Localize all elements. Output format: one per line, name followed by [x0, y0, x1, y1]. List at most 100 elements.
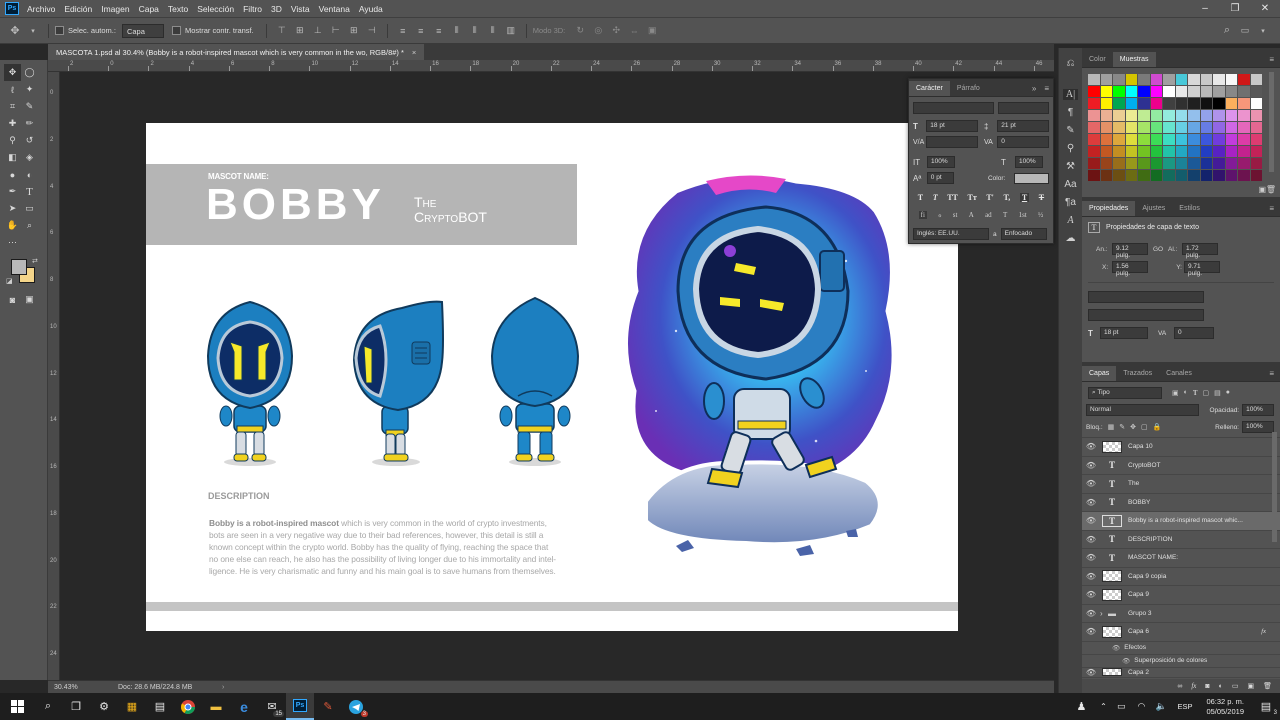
auto-select-checkbox[interactable]: [55, 26, 64, 35]
zoom-level[interactable]: 30.43%: [54, 684, 104, 691]
color-swatch[interactable]: [1100, 134, 1112, 145]
color-swatch[interactable]: [1250, 122, 1262, 133]
menu-ventana[interactable]: Ventana: [319, 4, 350, 14]
move-tool-icon[interactable]: ✥: [10, 25, 20, 37]
color-swatch[interactable]: [1200, 146, 1212, 157]
discretionary-ligature-button[interactable]: st: [953, 211, 958, 219]
color-swatch[interactable]: [1125, 110, 1137, 121]
font-family-field[interactable]: [913, 102, 994, 114]
color-swatch[interactable]: [1213, 74, 1225, 85]
visibility-eye-icon[interactable]: 👁: [1082, 627, 1100, 636]
lasso-tool-icon[interactable]: ℓ: [4, 81, 21, 98]
color-swatch[interactable]: [1138, 110, 1150, 121]
color-swatch[interactable]: [1188, 86, 1200, 97]
color-swatch[interactable]: [1188, 158, 1200, 169]
layer-style-icon[interactable]: fx: [1191, 682, 1196, 690]
distribute-hcenter-icon[interactable]: ⦀: [470, 25, 480, 36]
menu-texto[interactable]: Texto: [168, 4, 188, 14]
document-canvas[interactable]: MASCOT NAME: BOBBY The CryptoBOT DESCRIP…: [146, 123, 958, 631]
status-expand-icon[interactable]: ›: [222, 684, 224, 691]
menu-edicion[interactable]: Edición: [64, 4, 92, 14]
paragraph-panel-icon[interactable]: ¶: [1068, 107, 1073, 118]
color-swatch[interactable]: [1200, 86, 1212, 97]
color-swatch[interactable]: [1113, 170, 1125, 181]
color-swatch[interactable]: [1150, 98, 1162, 109]
menu-capa[interactable]: Capa: [139, 4, 159, 14]
color-swatch[interactable]: [1250, 134, 1262, 145]
menu-3d[interactable]: 3D: [271, 4, 282, 14]
color-swatch[interactable]: [1088, 146, 1100, 157]
new-layer-icon[interactable]: ▣: [1247, 682, 1254, 690]
eyedropper-tool-icon[interactable]: ✎: [21, 98, 38, 115]
layer-row[interactable]: 👁 T BOBBY: [1082, 494, 1280, 512]
color-swatch[interactable]: [1225, 86, 1237, 97]
tab-estilos[interactable]: Estilos: [1172, 201, 1207, 216]
color-swatch[interactable]: [1213, 86, 1225, 97]
visibility-eye-icon[interactable]: 👁: [1082, 479, 1100, 488]
color-swatch[interactable]: [1163, 110, 1175, 121]
3d-roll-icon[interactable]: ◎: [593, 25, 603, 36]
volume-icon[interactable]: 🔈: [1151, 693, 1171, 720]
font-style-field[interactable]: [997, 102, 1049, 114]
color-swatch[interactable]: [1138, 170, 1150, 181]
glyphs-panel-icon[interactable]: A: [1067, 215, 1073, 226]
color-swatch[interactable]: [1100, 98, 1112, 109]
color-swatch[interactable]: [1213, 122, 1225, 133]
tab-muestras[interactable]: Muestras: [1112, 52, 1156, 67]
effects-eye-icon[interactable]: 👁: [1112, 644, 1120, 652]
color-swatch[interactable]: [1250, 86, 1262, 97]
workspace-chevron-icon[interactable]: ▾: [1258, 26, 1268, 36]
color-swatch[interactable]: [1163, 86, 1175, 97]
color-swatch[interactable]: [1175, 110, 1187, 121]
ordinals-button[interactable]: 1st: [1019, 211, 1027, 219]
character-styles-panel-icon[interactable]: Aa: [1064, 179, 1076, 190]
color-swatch[interactable]: [1200, 134, 1212, 145]
layer-row[interactable]: 👁 T DESCRIPTION: [1082, 531, 1280, 549]
font-size-field[interactable]: 18 pt: [926, 120, 978, 132]
align-left-icon[interactable]: ⊢: [331, 25, 341, 36]
color-swatch[interactable]: [1238, 122, 1250, 133]
color-swatch[interactable]: [1250, 110, 1262, 121]
lock-position-icon[interactable]: ✥: [1130, 423, 1136, 431]
color-swatch[interactable]: [1238, 86, 1250, 97]
baseline-shift-field[interactable]: 0 pt: [926, 172, 955, 184]
color-swatch[interactable]: [1238, 146, 1250, 157]
menu-filtro[interactable]: Filtro: [243, 4, 262, 14]
filter-type-icon[interactable]: T: [1193, 389, 1198, 397]
color-swatch[interactable]: [1113, 86, 1125, 97]
color-swatch[interactable]: [1238, 98, 1250, 109]
color-swatch[interactable]: [1225, 158, 1237, 169]
antialias-dropdown[interactable]: Enfocado: [1000, 228, 1047, 240]
color-swatch[interactable]: [1113, 134, 1125, 145]
color-swatch[interactable]: [1163, 146, 1175, 157]
props-font-size-field[interactable]: 18 pt: [1100, 327, 1148, 339]
file-explorer-icon[interactable]: ▬: [202, 693, 230, 720]
3d-pan-icon[interactable]: ✣: [611, 25, 621, 36]
visibility-eye-icon[interactable]: 👁: [1082, 668, 1100, 677]
lock-artboard-icon[interactable]: ▢: [1141, 423, 1148, 431]
color-swatch[interactable]: [1175, 98, 1187, 109]
search-icon[interactable]: ⌕: [1222, 24, 1232, 36]
color-swatch[interactable]: [1100, 86, 1112, 97]
tab-propiedades[interactable]: Propiedades: [1082, 201, 1136, 216]
layer-row[interactable]: 👁 T Bobby is a robot-inspired mascot whic.…: [1082, 512, 1280, 531]
color-swatch[interactable]: [1250, 98, 1262, 109]
layers-menu-icon[interactable]: ≡: [1263, 366, 1280, 381]
distribute-right-icon[interactable]: ⦀: [488, 25, 498, 36]
color-swatch[interactable]: [1200, 110, 1212, 121]
color-swatch[interactable]: [1138, 134, 1150, 145]
document-tab[interactable]: MASCOTA 1.psd al 30.4% (Bobby is a robot…: [48, 44, 425, 60]
props-tracking-field[interactable]: 0: [1174, 327, 1214, 339]
fill-field[interactable]: 100%: [1242, 421, 1274, 433]
color-swatch[interactable]: [1225, 98, 1237, 109]
menu-vista[interactable]: Vista: [291, 4, 310, 14]
vertical-scale-field[interactable]: 100%: [927, 156, 955, 168]
visibility-eye-icon[interactable]: 👁: [1082, 590, 1100, 599]
color-swatch[interactable]: [1200, 74, 1212, 85]
visibility-eye-icon[interactable]: 👁: [1082, 516, 1100, 525]
color-swatch[interactable]: [1150, 122, 1162, 133]
strikethrough-button[interactable]: T: [1039, 193, 1044, 202]
lock-transparency-icon[interactable]: ▦: [1108, 423, 1115, 431]
color-swatch[interactable]: [1213, 158, 1225, 169]
layer-row[interactable]: 👁 Capa 9 copia: [1082, 568, 1280, 586]
